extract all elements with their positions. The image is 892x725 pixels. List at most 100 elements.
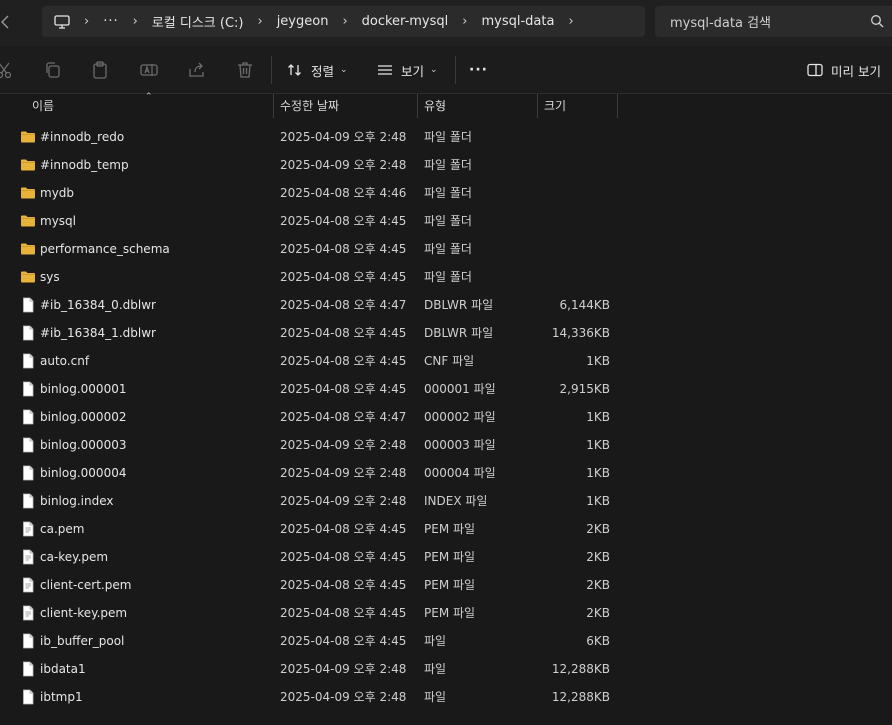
file-row[interactable]: #innodb_temp 2025-04-09 오후 2:48 파일 폴더 xyxy=(0,151,892,179)
preview-pane-button[interactable]: 미리 보기 xyxy=(807,46,881,94)
back-arrow-icon[interactable] xyxy=(0,12,10,32)
file-type: DBLWR 파일 xyxy=(424,326,494,340)
file-size: 1KB xyxy=(586,354,610,368)
file-size: 1KB xyxy=(586,494,610,508)
more-options-button[interactable]: ··· xyxy=(469,46,488,94)
file-type: 파일 폴더 xyxy=(424,158,472,172)
file-type: 파일 폴더 xyxy=(424,130,472,144)
file-name: binlog.000003 xyxy=(40,438,127,452)
file-row[interactable]: client-key.pem 2025-04-08 오후 4:45 PEM 파일 2K… xyxy=(0,599,892,627)
column-header-type[interactable]: 유형 xyxy=(418,94,537,118)
file-name: mysql xyxy=(40,214,76,228)
file-type: DBLWR 파일 xyxy=(424,298,494,312)
file-row[interactable]: #ib_16384_0.dblwr 2025-04-08 오후 4:47 DBLWR… xyxy=(0,291,892,319)
file-row[interactable]: mysql 2025-04-08 오후 4:45 파일 폴더 xyxy=(0,207,892,235)
file-icon xyxy=(20,297,36,313)
file-type: 000002 파일 xyxy=(424,410,496,424)
file-date: 2025-04-08 오후 4:45 xyxy=(280,606,407,620)
file-row[interactable]: binlog.000001 2025-04-08 오후 4:45 000001 파일… xyxy=(0,375,892,403)
file-type: 파일 xyxy=(424,662,447,676)
column-divider[interactable] xyxy=(617,94,618,118)
file-row[interactable]: ca-key.pem 2025-04-08 오후 4:45 PEM 파일 2KB xyxy=(0,543,892,571)
file-icon xyxy=(20,437,36,453)
file-type: 파일 폴더 xyxy=(424,242,472,256)
file-type: PEM 파일 xyxy=(424,578,476,592)
file-row[interactable]: ibdata1 2025-04-09 오후 2:48 파일 12,288KB xyxy=(0,655,892,683)
cut-icon[interactable] xyxy=(0,60,14,80)
sort-button[interactable]: 정렬 ⌄ xyxy=(287,46,348,94)
file-size: 1KB xyxy=(586,466,610,480)
file-name: #ib_16384_0.dblwr xyxy=(40,298,156,312)
file-date: 2025-04-08 오후 4:45 xyxy=(280,382,407,396)
file-name: ib_buffer_pool xyxy=(40,634,125,648)
breadcrumb-item-drive[interactable]: 로컬 디스크 (C:) xyxy=(152,12,244,31)
file-row[interactable]: binlog.000003 2025-04-09 오후 2:48 000003 파일… xyxy=(0,431,892,459)
file-row[interactable]: mydb 2025-04-08 오후 4:46 파일 폴더 xyxy=(0,179,892,207)
search-icon[interactable] xyxy=(870,14,884,28)
rename-icon[interactable] xyxy=(139,60,159,80)
copy-icon[interactable] xyxy=(43,60,63,80)
file-icon xyxy=(20,381,36,397)
paste-icon[interactable] xyxy=(90,60,110,80)
share-icon[interactable] xyxy=(187,60,207,80)
chevron-right-icon[interactable]: › xyxy=(133,14,138,29)
breadcrumb-more-button[interactable]: ··· xyxy=(103,14,118,29)
file-row[interactable]: binlog.000002 2025-04-08 오후 4:47 000002 파일… xyxy=(0,403,892,431)
command-divider xyxy=(271,56,272,84)
file-row[interactable]: #ib_16384_1.dblwr 2025-04-08 오후 4:45 DBLWR… xyxy=(0,319,892,347)
folder-icon xyxy=(20,269,36,285)
file-row[interactable]: ca.pem 2025-04-08 오후 4:45 PEM 파일 2KB xyxy=(0,515,892,543)
folder-icon xyxy=(20,185,36,201)
file-icon xyxy=(20,465,36,481)
file-date: 2025-04-08 오후 4:45 xyxy=(280,634,407,648)
file-name: client-cert.pem xyxy=(40,578,132,592)
file-date: 2025-04-09 오후 2:48 xyxy=(280,130,407,144)
file-row[interactable]: #innodb_redo 2025-04-09 오후 2:48 파일 폴더 xyxy=(0,123,892,151)
file-name: client-key.pem xyxy=(40,606,128,620)
column-header-name[interactable]: 이름 xyxy=(26,94,273,118)
file-size xyxy=(540,123,610,151)
search-input[interactable]: mysql-data 검색 xyxy=(655,6,892,37)
file-type: 000003 파일 xyxy=(424,438,496,452)
file-date: 2025-04-09 오후 2:48 xyxy=(280,494,407,508)
file-row[interactable]: performance_schema 2025-04-08 오후 4:45 파일 폴… xyxy=(0,235,892,263)
file-row[interactable]: ib_buffer_pool 2025-04-08 오후 4:45 파일 6KB xyxy=(0,627,892,655)
chevron-right-icon[interactable]: › xyxy=(342,14,347,29)
file-date: 2025-04-09 오후 2:48 xyxy=(280,662,407,676)
file-row[interactable]: binlog.index 2025-04-09 오후 2:48 INDEX 파일 1K… xyxy=(0,487,892,515)
file-row[interactable]: binlog.000004 2025-04-09 오후 2:48 000004 파일… xyxy=(0,459,892,487)
breadcrumb-item-mysql-data[interactable]: mysql-data xyxy=(481,14,554,29)
file-row[interactable]: auto.cnf 2025-04-08 오후 4:45 CNF 파일 1KB xyxy=(0,347,892,375)
computer-icon[interactable] xyxy=(54,14,70,30)
file-icon xyxy=(20,325,36,341)
view-label: 보기 xyxy=(401,63,425,79)
file-size xyxy=(540,263,610,291)
breadcrumb-item-docker-mysql[interactable]: docker-mysql xyxy=(362,14,449,29)
file-icon xyxy=(20,409,36,425)
chevron-right-icon[interactable]: › xyxy=(568,14,573,29)
address-bar[interactable]: › ··· › 로컬 디스크 (C:) › jeygeon › docker-m… xyxy=(42,6,645,37)
file-type: 000001 파일 xyxy=(424,382,496,396)
delete-icon[interactable] xyxy=(235,60,255,80)
file-row[interactable]: sys 2025-04-08 오후 4:45 파일 폴더 xyxy=(0,263,892,291)
column-header-size[interactable]: 크기 xyxy=(538,94,617,118)
file-date: 2025-04-09 오후 2:48 xyxy=(280,158,407,172)
column-header-date[interactable]: 수정한 날짜 xyxy=(274,94,417,118)
file-name: ca-key.pem xyxy=(40,550,109,564)
file-row[interactable]: client-cert.pem 2025-04-08 오후 4:45 PEM 파일 2… xyxy=(0,571,892,599)
file-type: 000004 파일 xyxy=(424,466,496,480)
view-button[interactable]: 보기 ⌄ xyxy=(377,46,438,94)
file-size: 2KB xyxy=(586,550,610,564)
chevron-right-icon[interactable]: › xyxy=(257,14,262,29)
chevron-right-icon[interactable]: › xyxy=(84,14,89,29)
folder-icon xyxy=(20,157,36,173)
file-row[interactable]: ibtmp1 2025-04-09 오후 2:48 파일 12,288KB xyxy=(0,683,892,711)
search-placeholder: mysql-data 검색 xyxy=(670,16,772,31)
file-date: 2025-04-08 오후 4:45 xyxy=(280,550,407,564)
file-type: CNF 파일 xyxy=(424,354,475,368)
file-type: 파일 xyxy=(424,690,447,704)
chevron-right-icon[interactable]: › xyxy=(462,14,467,29)
file-type: PEM 파일 xyxy=(424,550,476,564)
breadcrumb-item-user[interactable]: jeygeon xyxy=(277,14,329,29)
cert-file-icon xyxy=(20,521,36,537)
